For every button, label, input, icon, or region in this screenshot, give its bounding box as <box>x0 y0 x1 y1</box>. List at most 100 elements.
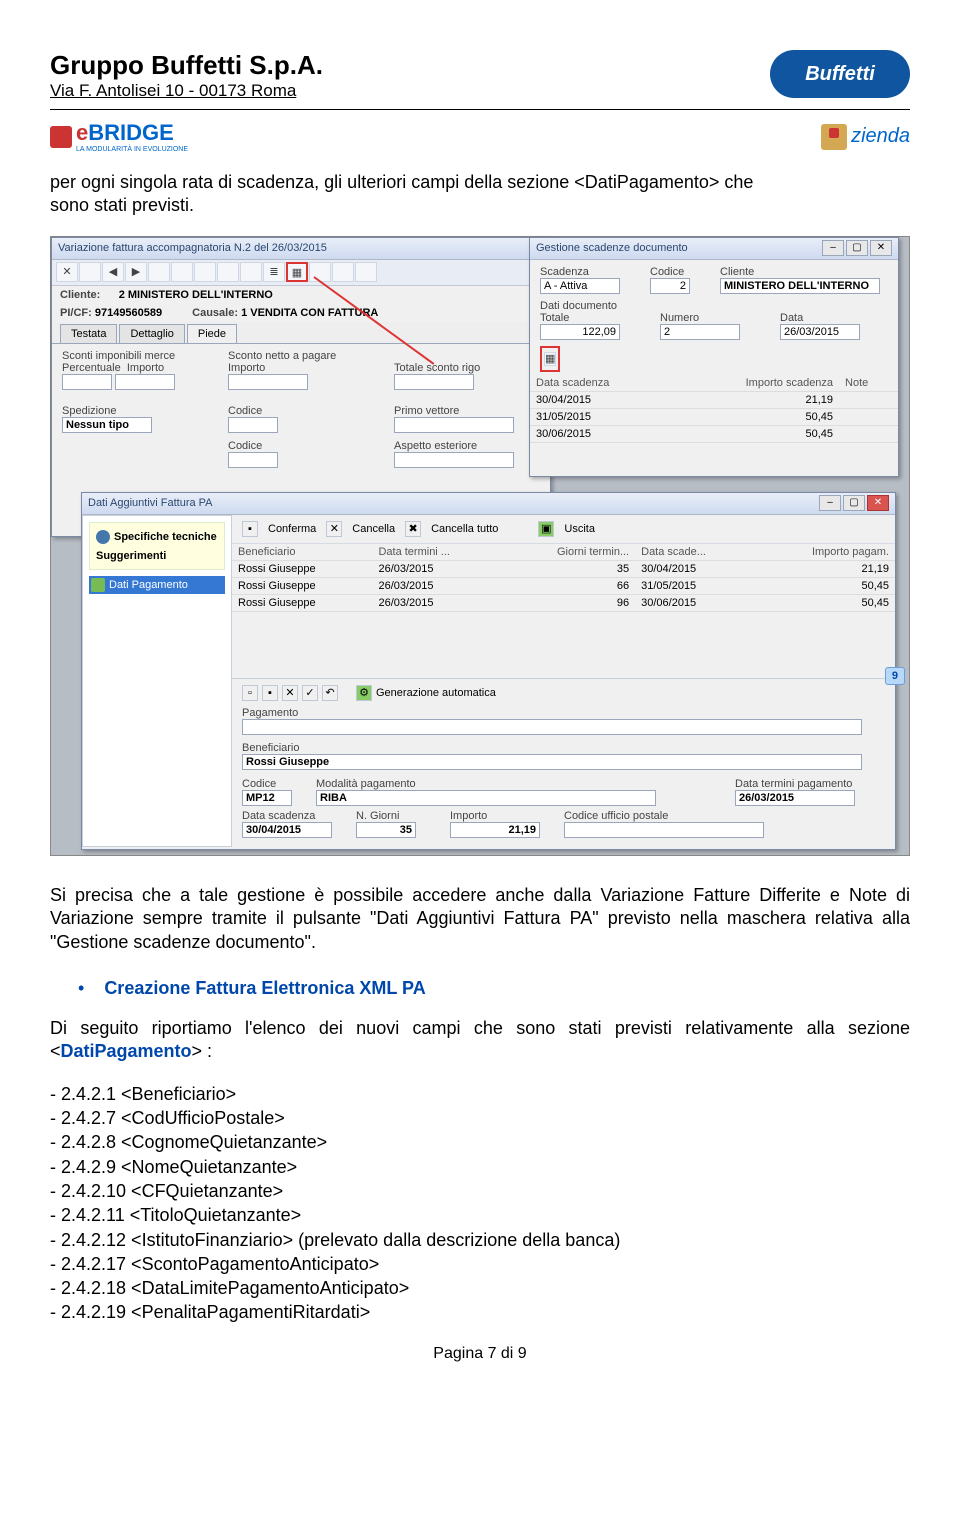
table-row: 30/06/201550,45 <box>530 425 898 442</box>
azienda-logo: zienda <box>821 124 910 150</box>
tab-dettaglio[interactable]: Dettaglio <box>119 324 184 343</box>
ebridge-prefix: e <box>76 120 88 145</box>
azienda-label: zienda <box>851 125 910 148</box>
list-item: - 2.4.2.9 <NomeQuietanzante> <box>50 1155 910 1179</box>
page-header: Gruppo Buffetti S.p.A. Via F. Antolisei … <box>50 50 910 101</box>
blue-badge: 9 <box>885 667 905 685</box>
gen-icon[interactable]: ⚙ <box>356 685 372 701</box>
close-button[interactable]: ✕ <box>870 240 892 256</box>
table-scadenze: Data scadenzaImporto scadenzaNote 30/04/… <box>530 375 898 443</box>
table-row: Rossi Giuseppe26/03/20153530/04/201521,1… <box>232 560 895 577</box>
tbtn-highlighted[interactable]: ▦ <box>286 262 308 282</box>
win1-title: Variazione fattura accompagnatoria N.2 d… <box>58 242 327 254</box>
tbtn-scadenze-highlighted[interactable]: ▦ <box>544 352 556 366</box>
ebridge-icon <box>50 126 72 148</box>
info-picf: PI/CF: 97149560589 Causale: 1 VENDITA CO… <box>52 304 550 322</box>
maximize-button[interactable]: ▢ <box>846 240 868 256</box>
page-icon <box>91 578 105 592</box>
section-sconti: Sconti imponibili merce Percentuale Impo… <box>52 344 550 399</box>
win-scadenze: Gestione scadenze documento – ▢ ✕ Scaden… <box>529 237 899 477</box>
window-controls: – ▢ ✕ <box>819 495 889 511</box>
table-row: 30/04/201521,19 <box>530 391 898 408</box>
tbtn[interactable] <box>194 262 216 282</box>
titlebar-pa: Dati Aggiuntivi Fattura PA – ▢ ✕ <box>82 493 895 515</box>
close-button[interactable]: ✕ <box>867 495 889 511</box>
list-item: - 2.4.2.11 <TitoloQuietanzante> <box>50 1203 910 1227</box>
cancel-all-icon[interactable]: ✖ <box>405 521 421 537</box>
page: Gruppo Buffetti S.p.A. Via F. Antolisei … <box>0 0 960 1393</box>
win2-title: Gestione scadenze documento <box>536 242 688 254</box>
paragraph-2: Si precisa che a tale gestione è possibi… <box>50 884 910 954</box>
list-item: - 2.4.2.10 <CFQuietanzante> <box>50 1179 910 1203</box>
win3-title: Dati Aggiuntivi Fattura PA <box>88 497 213 509</box>
win-fattura-pa: Dati Aggiuntivi Fattura PA – ▢ ✕ Specifi… <box>81 492 896 850</box>
info-cliente: Cliente: 2 MINISTERO DELL'INTERNO <box>52 286 550 304</box>
list-item: - 2.4.2.8 <CognomeQuietanzante> <box>50 1130 910 1154</box>
tbtn[interactable] <box>355 262 377 282</box>
titlebar-variazione: Variazione fattura accompagnatoria N.2 d… <box>52 238 550 260</box>
table-row: 31/05/201550,45 <box>530 408 898 425</box>
page-footer: Pagina 7 di 9 <box>50 1345 910 1363</box>
logo-row: eBRIDGE LA MODULARITÀ IN EVOLUZIONE zien… <box>50 120 910 153</box>
company-address: Via F. Antolisei 10 - 00173 Roma <box>50 81 323 101</box>
left-item-sugg[interactable]: Suggerimenti <box>94 547 220 565</box>
list-item: - 2.4.2.12 <IstitutoFinanziario> (prelev… <box>50 1228 910 1252</box>
ebridge-tagline: LA MODULARITÀ IN EVOLUZIONE <box>76 146 188 153</box>
tbtn[interactable] <box>148 262 170 282</box>
ebridge-logo: eBRIDGE LA MODULARITÀ IN EVOLUZIONE <box>50 120 188 153</box>
tbtn[interactable] <box>332 262 354 282</box>
bullet-marker: • <box>78 978 84 999</box>
cancel-icon[interactable]: ✕ <box>326 521 342 537</box>
tab-piede[interactable]: Piede <box>187 324 237 343</box>
buffetti-logo: Buffetti <box>770 50 910 98</box>
tbtn[interactable]: ▶ <box>125 262 147 282</box>
tbtn[interactable] <box>217 262 239 282</box>
red-highlight-box: ▦ <box>540 346 560 372</box>
table-row: Rossi Giuseppe26/03/20159630/06/201550,4… <box>232 594 895 611</box>
toolbar-variazione: ✕ ◀ ▶ ≣ ▦ <box>52 260 550 286</box>
titlebar-scadenze: Gestione scadenze documento – ▢ ✕ <box>530 238 898 260</box>
tbtn[interactable]: ✕ <box>56 262 78 282</box>
screenshot-area: Variazione fattura accompagnatoria N.2 d… <box>50 236 910 856</box>
pa-toolbar: ▪ Conferma ✕ Cancella ✖ Cancella tutto ▣… <box>232 515 895 544</box>
tbtn[interactable] <box>240 262 262 282</box>
azienda-icon <box>821 124 847 150</box>
pa-left-nav: Specifiche tecniche Suggerimenti Dati Pa… <box>82 515 232 847</box>
left-item-dati-pagamento[interactable]: Dati Pagamento <box>89 576 225 594</box>
tab-testata[interactable]: Testata <box>60 324 117 343</box>
tbtn[interactable] <box>171 262 193 282</box>
minimize-button[interactable]: – <box>819 495 841 511</box>
section-spedizione: Spedizione Nessun tipo Codice Codice Pri… <box>52 399 550 477</box>
delete-icon[interactable]: ✕ <box>282 685 298 701</box>
table-pa: Beneficiario Data termini ... Giorni ter… <box>232 544 895 612</box>
info-icon <box>96 530 110 544</box>
exit-icon[interactable]: ▣ <box>538 521 554 537</box>
tbtn[interactable]: ≣ <box>263 262 285 282</box>
minimize-button[interactable]: – <box>822 240 844 256</box>
list-item: - 2.4.2.18 <DataLimitePagamentoAnticipat… <box>50 1276 910 1300</box>
window-controls: – ▢ ✕ <box>822 240 892 256</box>
bullet-text: Creazione Fattura Elettronica XML PA <box>104 978 425 999</box>
undo-icon[interactable]: ↶ <box>322 685 338 701</box>
list-item: - 2.4.2.19 <PenalitaPagamentiRitardati> <box>50 1300 910 1324</box>
bullet-row: • Creazione Fattura Elettronica XML PA <box>50 978 910 999</box>
list-item: - 2.4.2.17 <ScontoPagamentoAnticipato> <box>50 1252 910 1276</box>
header-divider <box>50 109 910 110</box>
paragraph-1: per ogni singola rata di scadenza, gli u… <box>50 171 910 218</box>
list-item: - 2.4.2.7 <CodUfficioPostale> <box>50 1106 910 1130</box>
table-row: Rossi Giuseppe26/03/20156631/05/201550,4… <box>232 577 895 594</box>
save-icon[interactable]: ▪ <box>262 685 278 701</box>
new-icon[interactable]: ▫ <box>242 685 258 701</box>
left-item-spec[interactable]: Specifiche tecniche <box>94 527 220 547</box>
tbtn[interactable] <box>79 262 101 282</box>
ebridge-brand: BRIDGE <box>88 120 174 145</box>
company-name: Gruppo Buffetti S.p.A. <box>50 50 323 81</box>
maximize-button[interactable]: ▢ <box>843 495 865 511</box>
save-icon[interactable]: ▪ <box>242 521 258 537</box>
list-item: - 2.4.2.1 <Beneficiario> <box>50 1082 910 1106</box>
tabs: TestataDettaglioPiede <box>52 322 550 344</box>
confirm-icon[interactable]: ✓ <box>302 685 318 701</box>
tbtn[interactable]: ◀ <box>102 262 124 282</box>
paragraph-3: Di seguito riportiamo l'elenco dei nuovi… <box>50 1017 910 1064</box>
xml-fields-list: - 2.4.2.1 <Beneficiario> - 2.4.2.7 <CodU… <box>50 1082 910 1325</box>
